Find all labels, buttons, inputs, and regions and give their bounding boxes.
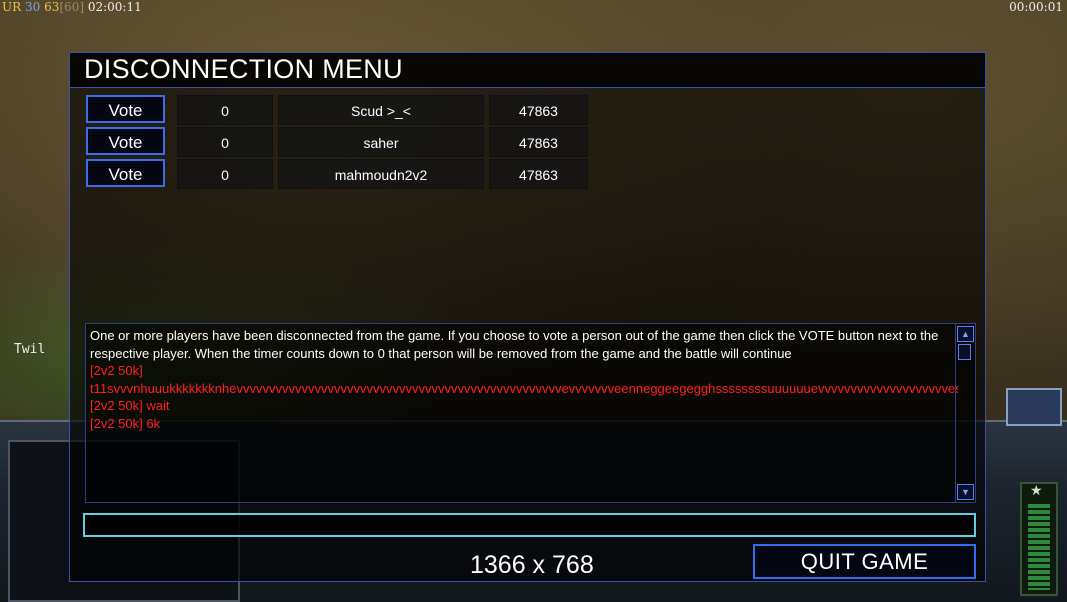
dialog-title: DISCONNECTION MENU bbox=[84, 54, 403, 84]
vote-button[interactable]: Vote bbox=[86, 95, 165, 123]
vote-count: 0 bbox=[177, 159, 273, 189]
hud-game-time: 02:00:11 bbox=[87, 0, 142, 14]
scroll-thumb[interactable] bbox=[958, 344, 971, 360]
quit-game-button[interactable]: QUIT GAME bbox=[753, 544, 976, 579]
hud-stat-d: [60] bbox=[59, 0, 85, 14]
chat-scrollbar[interactable]: ▲ ▼ bbox=[955, 324, 974, 502]
power-bars bbox=[1028, 504, 1050, 590]
hud-stat-c: 63 bbox=[44, 0, 60, 14]
general-portrait[interactable] bbox=[1006, 388, 1062, 426]
power-meter bbox=[1020, 482, 1058, 596]
player-id: 47863 bbox=[489, 159, 588, 189]
chat-log[interactable]: One or more players have been disconnect… bbox=[85, 323, 976, 503]
scroll-down-arrow-icon[interactable]: ▼ bbox=[957, 484, 974, 500]
resolution-label: 1366 x 768 bbox=[470, 551, 594, 579]
chat-message: [2v2 50k] 6k bbox=[90, 415, 161, 431]
unit-label: Twil bbox=[14, 342, 46, 357]
hud-stat-b: 30 bbox=[24, 0, 41, 14]
vote-button[interactable]: Vote bbox=[86, 127, 165, 155]
dialog-titlebar: DISCONNECTION MENU bbox=[70, 53, 985, 88]
star-icon: ★ bbox=[1030, 482, 1043, 498]
player-name: Scud >_< bbox=[278, 95, 484, 125]
chat-input[interactable] bbox=[83, 513, 976, 537]
disconnection-dialog: DISCONNECTION MENU Vote 0 Scud >_< 47863… bbox=[69, 52, 986, 582]
chat-message: [2v2 50k] wait bbox=[90, 398, 170, 413]
info-message: One or more players have been disconnect… bbox=[90, 328, 939, 361]
vote-button[interactable]: Vote bbox=[86, 159, 165, 187]
scroll-up-arrow-icon[interactable]: ▲ bbox=[957, 326, 974, 342]
hud-stats: UR 30 63[60] 02:00:11 bbox=[2, 0, 142, 14]
vote-count: 0 bbox=[177, 127, 273, 157]
chat-message: t11svvvnhuuukkkkkkknhevvvvvvvvvvvvvvvvvv… bbox=[90, 380, 958, 396]
player-id: 47863 bbox=[489, 127, 588, 157]
player-name: mahmoudn2v2 bbox=[278, 159, 484, 189]
player-id: 47863 bbox=[489, 95, 588, 125]
hud-stat-a: UR bbox=[2, 0, 22, 14]
hud-timer: 00:00:01 bbox=[1009, 0, 1063, 14]
chat-text: One or more players have been disconnect… bbox=[90, 327, 958, 432]
vote-count: 0 bbox=[177, 95, 273, 125]
player-name: saher bbox=[278, 127, 484, 157]
chat-message: [2v2 50k] bbox=[90, 363, 143, 378]
